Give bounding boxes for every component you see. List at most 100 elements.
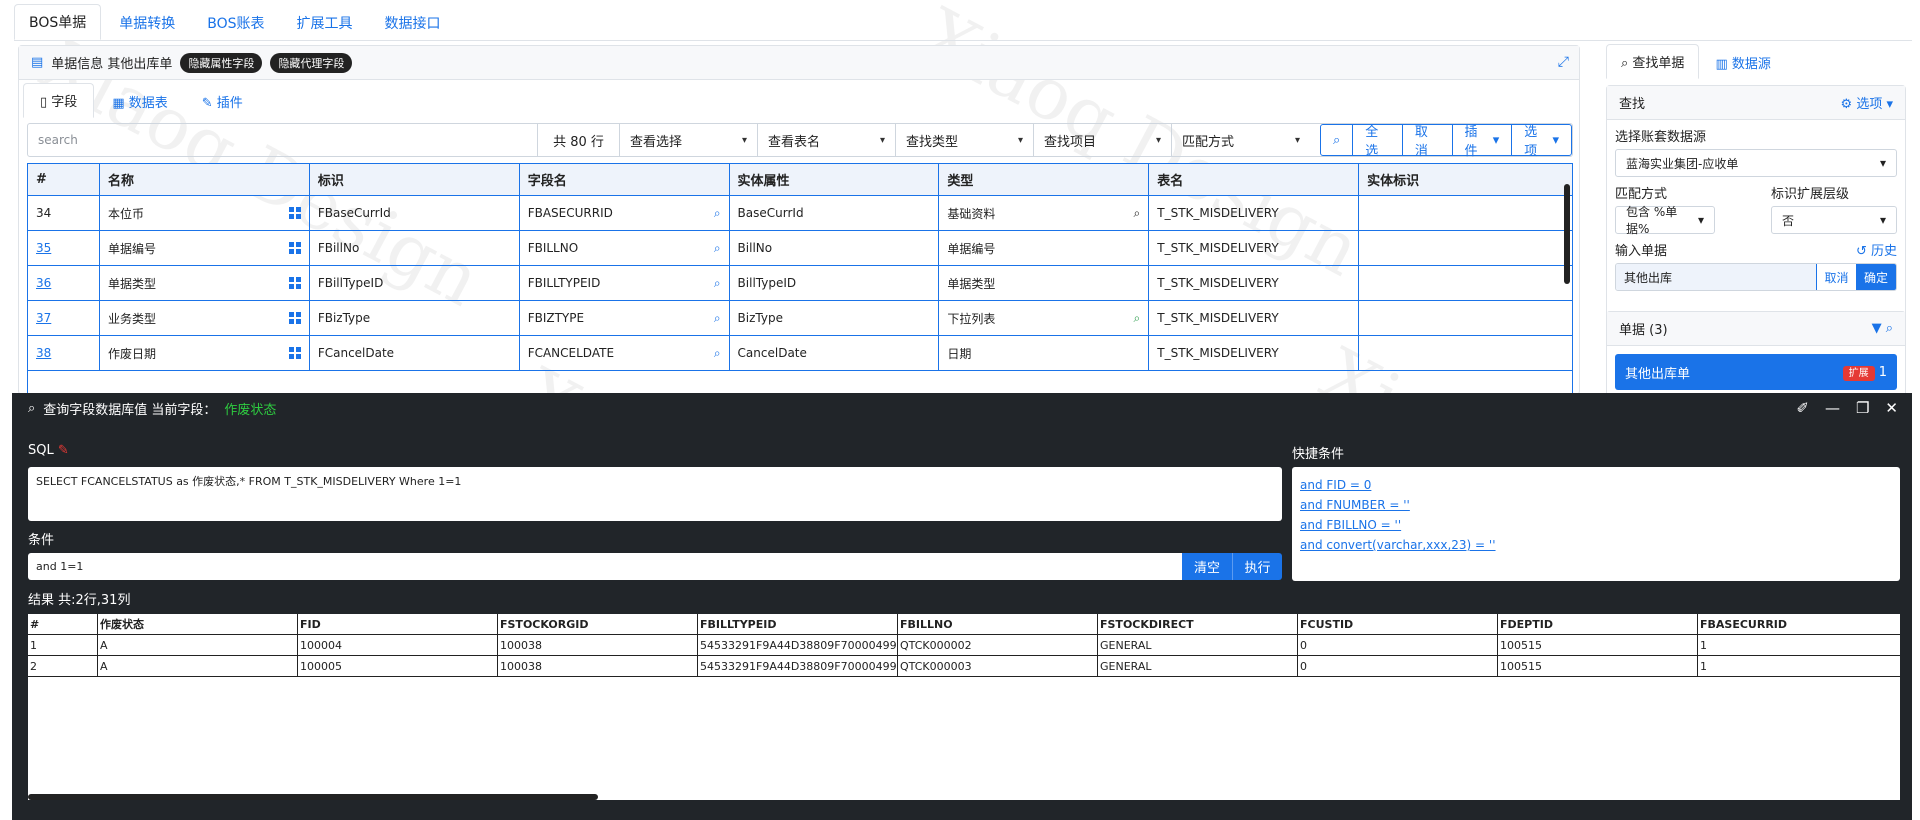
col-header[interactable]: 实体标识 (1359, 164, 1572, 195)
search-icon[interactable]: ⌕ (714, 346, 721, 361)
search-icon[interactable]: ⌕ (714, 311, 721, 326)
source-select[interactable]: 蓝海实业集团-应收单 ▾ (1615, 149, 1897, 177)
find-type-dropdown[interactable]: 查找类型 ▾ (896, 124, 1034, 156)
grid-icon[interactable] (288, 312, 301, 324)
edit-icon[interactable]: ✎ (58, 443, 69, 458)
find-item-dropdown[interactable]: 查找项目 ▾ (1034, 124, 1172, 156)
tab-extend-tools[interactable]: 扩展工具 (283, 6, 367, 40)
fields-grid: # 名称 标识 字段名 实体属性 类型 表名 实体标识 34 本位币 FBaseCu… (27, 163, 1573, 395)
quick-condition-link[interactable]: and FNUMBER = '' (1300, 495, 1892, 515)
filter-icon[interactable]: ▼ (1872, 321, 1882, 336)
tab-datatable[interactable]: ▦ 数据表 (96, 85, 183, 118)
table-row[interactable]: 38 作废日期 FCancelDate FCANCELDATE ⌕ CancelDate 日… (28, 336, 1572, 371)
quick-condition-link[interactable]: and FID = 0 (1300, 475, 1892, 495)
tab-plugins[interactable]: ✎ 插件 (186, 85, 259, 118)
magic-wand-icon[interactable]: ✐ (1796, 399, 1809, 417)
table-row[interactable]: 35 单据编号 FBillNo FBILLNO ⌕ BillNo 单据编号 T_STK_MIS… (28, 231, 1572, 266)
col-header[interactable]: # (28, 164, 100, 195)
search-button[interactable]: ⌕ (1321, 125, 1352, 155)
result-row[interactable]: 2 A 100005 100038 54533291F9A44D38809F700004… (28, 656, 1900, 677)
result-col-header[interactable]: FDEPTID (1498, 614, 1698, 634)
select-all-button[interactable]: 全选 (1352, 125, 1402, 159)
col-header[interactable]: 表名 (1149, 164, 1360, 195)
tab-data-interface[interactable]: 数据接口 (371, 6, 455, 40)
col-header[interactable]: 名称 (100, 164, 310, 195)
result-col-header[interactable]: # (28, 614, 98, 634)
plugin-dropdown-button[interactable]: 插件 ▾ (1451, 125, 1512, 159)
table-cell[interactable]: 36 (28, 266, 100, 300)
execute-button[interactable]: 执行 (1232, 553, 1282, 580)
result-cell: 100038 (498, 635, 698, 655)
minimize-icon[interactable]: — (1825, 399, 1840, 417)
result-row[interactable]: 1 A 100004 100038 54533291F9A44D38809F700004… (28, 635, 1900, 656)
options-label: 选项 (1524, 125, 1538, 159)
tab-bill-convert[interactable]: 单据转换 (105, 6, 189, 40)
col-header[interactable]: 实体属性 (730, 164, 940, 195)
bill-input[interactable]: 其他出库 (1616, 264, 1816, 290)
search-icon[interactable]: ⌕ (1134, 206, 1141, 221)
vertical-scrollbar[interactable] (1564, 184, 1570, 284)
sql-textarea[interactable]: SELECT FCANCELSTATUS as 作废状态,* FROM T_ST… (28, 467, 1282, 521)
find-card: 查找 ⚙ 选项 ▾ 选择账套数据源 蓝海实业集团-应收单 ▾ 匹配方式 标识扩展层… (1606, 85, 1906, 317)
tab-bos-report[interactable]: BOS账表 (193, 6, 278, 40)
table-cell: FBASECURRID ⌕ (520, 196, 730, 230)
result-col-header[interactable]: FSTOCKORGID (498, 614, 698, 634)
hide-proxy-fields-toggle[interactable]: 隐藏代理字段 (270, 52, 353, 73)
restore-icon[interactable]: ❐ (1856, 399, 1869, 417)
search-input[interactable]: search (28, 124, 538, 156)
quick-condition-link[interactable]: and FBILLNO = '' (1300, 515, 1892, 535)
col-header[interactable]: 字段名 (520, 164, 730, 195)
cell-text: FBillTypeID (317, 276, 384, 290)
history-text: 历史 (1870, 244, 1897, 259)
tab-datasource[interactable]: ▥ 数据源 (1701, 46, 1784, 79)
result-col-header[interactable]: FBASECURRID (1698, 614, 1900, 634)
horizontal-scrollbar[interactable] (28, 794, 598, 800)
result-col-header[interactable]: FID (298, 614, 498, 634)
tab-find-bill[interactable]: ⌕ 查找单据 (1606, 44, 1700, 79)
search-icon[interactable]: ⌕ (714, 241, 721, 256)
grid-icon[interactable] (288, 277, 301, 289)
options-dropdown-button[interactable]: 选项 ▾ (1511, 125, 1571, 159)
table-row[interactable]: 37 业务类型 FBizType FBIZTYPE ⌕ BizType 下拉列表 ⌕ T_STK… (28, 301, 1572, 336)
tab-fields[interactable]: ▯ 字段 (23, 83, 95, 118)
result-col-header[interactable]: 作废状态 (98, 614, 298, 634)
expand-icon[interactable]: ⤢ (1558, 54, 1569, 70)
table-row[interactable]: 36 单据类型 FBillTypeID FBILLTYPEID ⌕ BillTypeID 单… (28, 266, 1572, 301)
cancel-button[interactable]: 取消 (1401, 125, 1452, 159)
view-select-dropdown[interactable]: 查看选择 ▾ (620, 124, 758, 156)
result-col-header[interactable]: FSTOCKDIRECT (1098, 614, 1298, 634)
clear-button[interactable]: 清空 (1182, 553, 1232, 580)
view-table-dropdown[interactable]: 查看表名 ▾ (758, 124, 896, 156)
col-header[interactable]: 类型 (939, 164, 1150, 195)
input-cancel-button[interactable]: 取消 (1816, 264, 1856, 290)
result-col-header[interactable]: FBILLTYPEID (698, 614, 898, 634)
hide-attr-fields-toggle[interactable]: 隐藏属性字段 (180, 52, 263, 73)
history-button[interactable]: ↺ 历史 (1856, 240, 1897, 259)
condition-input[interactable]: and 1=1 (28, 553, 1182, 580)
search-icon[interactable]: ⌕ (1886, 321, 1893, 336)
tab-bos-bill[interactable]: BOS单据 (14, 4, 102, 40)
search-icon[interactable]: ⌕ (714, 276, 721, 291)
col-header[interactable]: 标识 (310, 164, 520, 195)
tab-datatable-label: 数据表 (128, 96, 168, 111)
match-mode-dropdown[interactable]: 匹配方式 ▾ (1172, 124, 1310, 156)
match-select[interactable]: 包含 %单据% ▾ (1615, 205, 1715, 236)
bill-item-active[interactable]: 其他出库单 扩展 1 (1615, 354, 1897, 390)
level-select[interactable]: 否 ▾ (1771, 206, 1897, 234)
table-cell[interactable]: 35 (28, 231, 100, 265)
grid-icon[interactable] (288, 242, 301, 254)
quick-condition-link[interactable]: and convert(varchar,xxx,23) = '' (1300, 535, 1892, 555)
result-col-header[interactable]: FCUSTID (1298, 614, 1498, 634)
close-icon[interactable]: ✕ (1885, 399, 1898, 417)
input-ok-button[interactable]: 确定 (1856, 264, 1896, 290)
search-icon[interactable]: ⌕ (1134, 311, 1141, 326)
options-button[interactable]: ⚙ 选项 ▾ (1841, 93, 1893, 112)
table-row[interactable]: 34 本位币 FBaseCurrId FBASECURRID ⌕ BaseCurrId 基础… (28, 196, 1572, 231)
result-cell: 1 (1700, 659, 1707, 673)
table-cell[interactable]: 38 (28, 336, 100, 370)
grid-icon[interactable] (288, 207, 301, 219)
search-icon[interactable]: ⌕ (714, 206, 721, 221)
table-cell[interactable]: 37 (28, 301, 100, 335)
grid-icon[interactable] (288, 347, 301, 359)
result-col-header[interactable]: FBILLNO (898, 614, 1098, 634)
